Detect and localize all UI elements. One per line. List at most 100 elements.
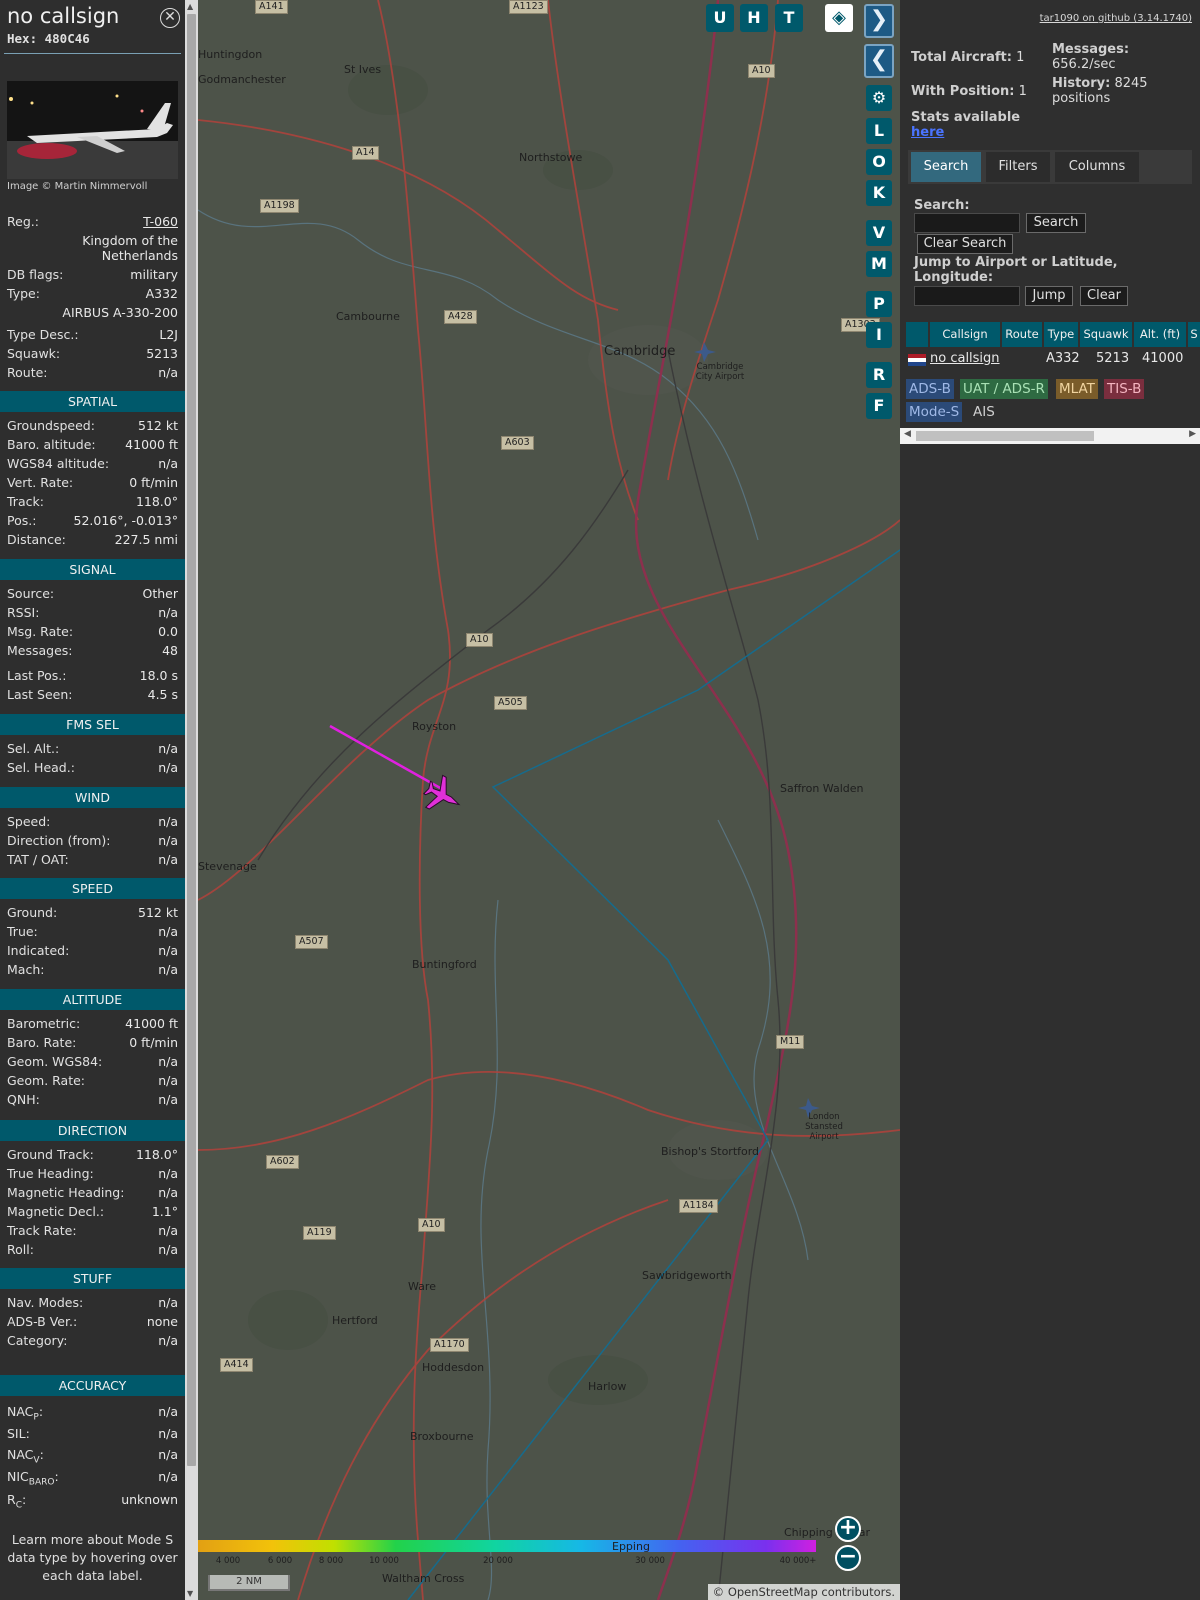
tat-oat-label: TAT / OAT:: [7, 852, 69, 867]
jump-button[interactable]: Jump: [1025, 286, 1073, 306]
tab-columns[interactable]: Columns: [1055, 152, 1139, 182]
colorbar-label: 10 000: [369, 1556, 399, 1566]
section-spatial: SPATIAL: [0, 391, 185, 412]
clear-search-button[interactable]: Clear Search: [917, 234, 1013, 254]
distance-value: 227.5 nmi: [114, 532, 178, 547]
signal-row: Messages: 48: [7, 643, 178, 661]
chevron-left-icon[interactable]: ❮: [864, 44, 894, 78]
map-attribution[interactable]: © OpenStreetMap contributors.: [707, 1584, 900, 1600]
zoom-out-button[interactable]: −: [835, 1545, 861, 1571]
mach-label: Mach:: [7, 962, 45, 977]
row-squawk: 5213: [1096, 351, 1130, 366]
stuff-row: Category: n/a: [7, 1333, 178, 1351]
altitude-row: Barometric: 41000 ft: [7, 1016, 178, 1034]
geom-wgs84-value: n/a: [158, 1054, 178, 1069]
ground-track-value: 118.0°: [135, 1147, 178, 1162]
gear-icon[interactable]: ⚙: [866, 85, 892, 111]
toggle-h-button[interactable]: H: [740, 4, 768, 32]
spatial-row: Vert. Rate: 0 ft/min: [7, 475, 178, 493]
reg-link[interactable]: T-060: [143, 214, 178, 229]
table-hscrollbar[interactable]: ◀ ▶: [900, 428, 1200, 444]
scroll-left-icon[interactable]: ◀: [904, 429, 911, 439]
spatial-row: WGS84 altitude: n/a: [7, 456, 178, 474]
toggle-t-button[interactable]: T: [775, 4, 803, 32]
place-label: Huntingdon: [198, 48, 263, 61]
last-pos-label: Last Pos.:: [7, 668, 67, 683]
altitude-colorbar: [198, 1540, 816, 1552]
road-shield: A10: [418, 1218, 445, 1232]
table-header-speed[interactable]: S: [1188, 322, 1200, 347]
scroll-down-icon[interactable]: ▼: [187, 1589, 193, 1598]
wind-speed-label: Speed:: [7, 814, 51, 829]
colorbar-label: 20 000: [483, 1556, 513, 1566]
type-name: AIRBUS A-330-200: [62, 305, 178, 320]
altitude-row: Geom. Rate: n/a: [7, 1073, 178, 1091]
colorbar-label: 30 000: [635, 1556, 665, 1566]
toggle-p-button[interactable]: P: [866, 291, 892, 317]
hscroll-thumb[interactable]: [916, 431, 1094, 441]
sel-head-label: Sel. Head.:: [7, 760, 75, 775]
jump-input[interactable]: [914, 286, 1020, 306]
table-header-route[interactable]: Route: [1002, 322, 1042, 347]
typedesc-label: Type Desc.:: [7, 327, 79, 342]
reg-label: Reg.:: [7, 214, 39, 229]
github-link[interactable]: tar1090 on github (3.14.1740): [1040, 13, 1192, 24]
section-direction: DIRECTION: [0, 1120, 185, 1141]
scroll-right-icon[interactable]: ▶: [1189, 429, 1196, 439]
place-label: Godmanchester: [198, 73, 286, 86]
toggle-m-button[interactable]: M: [866, 251, 892, 277]
geom-rate-label: Geom. Rate:: [7, 1073, 86, 1088]
indicated-speed-value: n/a: [158, 943, 178, 958]
geom-wgs84-label: Geom. WGS84:: [7, 1054, 103, 1069]
chevron-right-icon[interactable]: ❯: [864, 4, 894, 38]
toggle-k-button[interactable]: K: [866, 180, 892, 206]
sel-alt-value: n/a: [158, 741, 178, 756]
track-label: Track:: [7, 494, 44, 509]
place-label: Waltham Cross: [382, 1572, 465, 1585]
stats-link[interactable]: here: [911, 125, 944, 140]
table-header-callsign[interactable]: Callsign: [930, 322, 1000, 347]
aircraft-photo[interactable]: [7, 81, 178, 179]
type-value: A332: [145, 286, 178, 301]
clear-button[interactable]: Clear: [1080, 286, 1128, 306]
source-modes: Mode-S: [906, 402, 963, 422]
toggle-l-button[interactable]: L: [866, 118, 892, 144]
adsb-version-label: ADS-B Ver.:: [7, 1314, 78, 1329]
position-label: Pos.:: [7, 513, 37, 528]
colorbar-label: 4 000: [215, 1556, 241, 1566]
layers-icon[interactable]: ◈: [825, 4, 853, 32]
toggle-r-button[interactable]: R: [866, 362, 892, 388]
table-header-altitude[interactable]: Alt. (ft): [1134, 322, 1186, 347]
toggle-u-button[interactable]: U: [706, 4, 734, 32]
map[interactable]: 4 000 6 000 8 000 10 000 20 000 30 000 4…: [198, 0, 900, 1600]
scroll-up-icon[interactable]: ▲: [187, 2, 193, 11]
table-header-squawk[interactable]: Squawk: [1080, 322, 1132, 347]
place-label: Saffron Walden: [780, 782, 864, 795]
info-scrollbar[interactable]: ▲ ▼: [185, 0, 198, 1600]
toggle-f-button[interactable]: F: [866, 393, 892, 419]
aircraft-info-panel: no callsign Hex: 480C46 ✕ Image © Martin…: [0, 0, 185, 1600]
toggle-i-button[interactable]: I: [866, 322, 892, 348]
tab-search[interactable]: Search: [911, 152, 981, 182]
fmssel-row: Sel. Head.: n/a: [7, 760, 178, 778]
last-seen-label: Last Seen:: [7, 687, 73, 702]
tab-filters[interactable]: Filters: [986, 152, 1050, 182]
roll-value: n/a: [158, 1242, 178, 1257]
search-button[interactable]: Search: [1026, 213, 1086, 233]
close-icon[interactable]: ✕: [160, 8, 180, 28]
toggle-v-button[interactable]: V: [866, 220, 892, 246]
position-value: 52.016°, -0.013°: [73, 513, 178, 528]
row-callsign[interactable]: no callsign: [930, 348, 1002, 370]
scrollbar-thumb[interactable]: [187, 14, 196, 1466]
search-input[interactable]: [914, 213, 1020, 233]
table-header-type[interactable]: Type: [1044, 322, 1078, 347]
road-shield: A119: [303, 1226, 336, 1240]
toggle-o-button[interactable]: O: [866, 149, 892, 175]
geom-rate-value: n/a: [158, 1073, 178, 1088]
typedesc-value: L2J: [159, 327, 178, 342]
country: Kingdom of the Netherlands: [82, 233, 178, 263]
place-label: Bishop's Stortford: [661, 1145, 760, 1158]
type-name-row: AIRBUS A-330-200: [7, 305, 178, 323]
zoom-in-button[interactable]: +: [835, 1516, 861, 1542]
road-shield: A507: [295, 935, 328, 949]
